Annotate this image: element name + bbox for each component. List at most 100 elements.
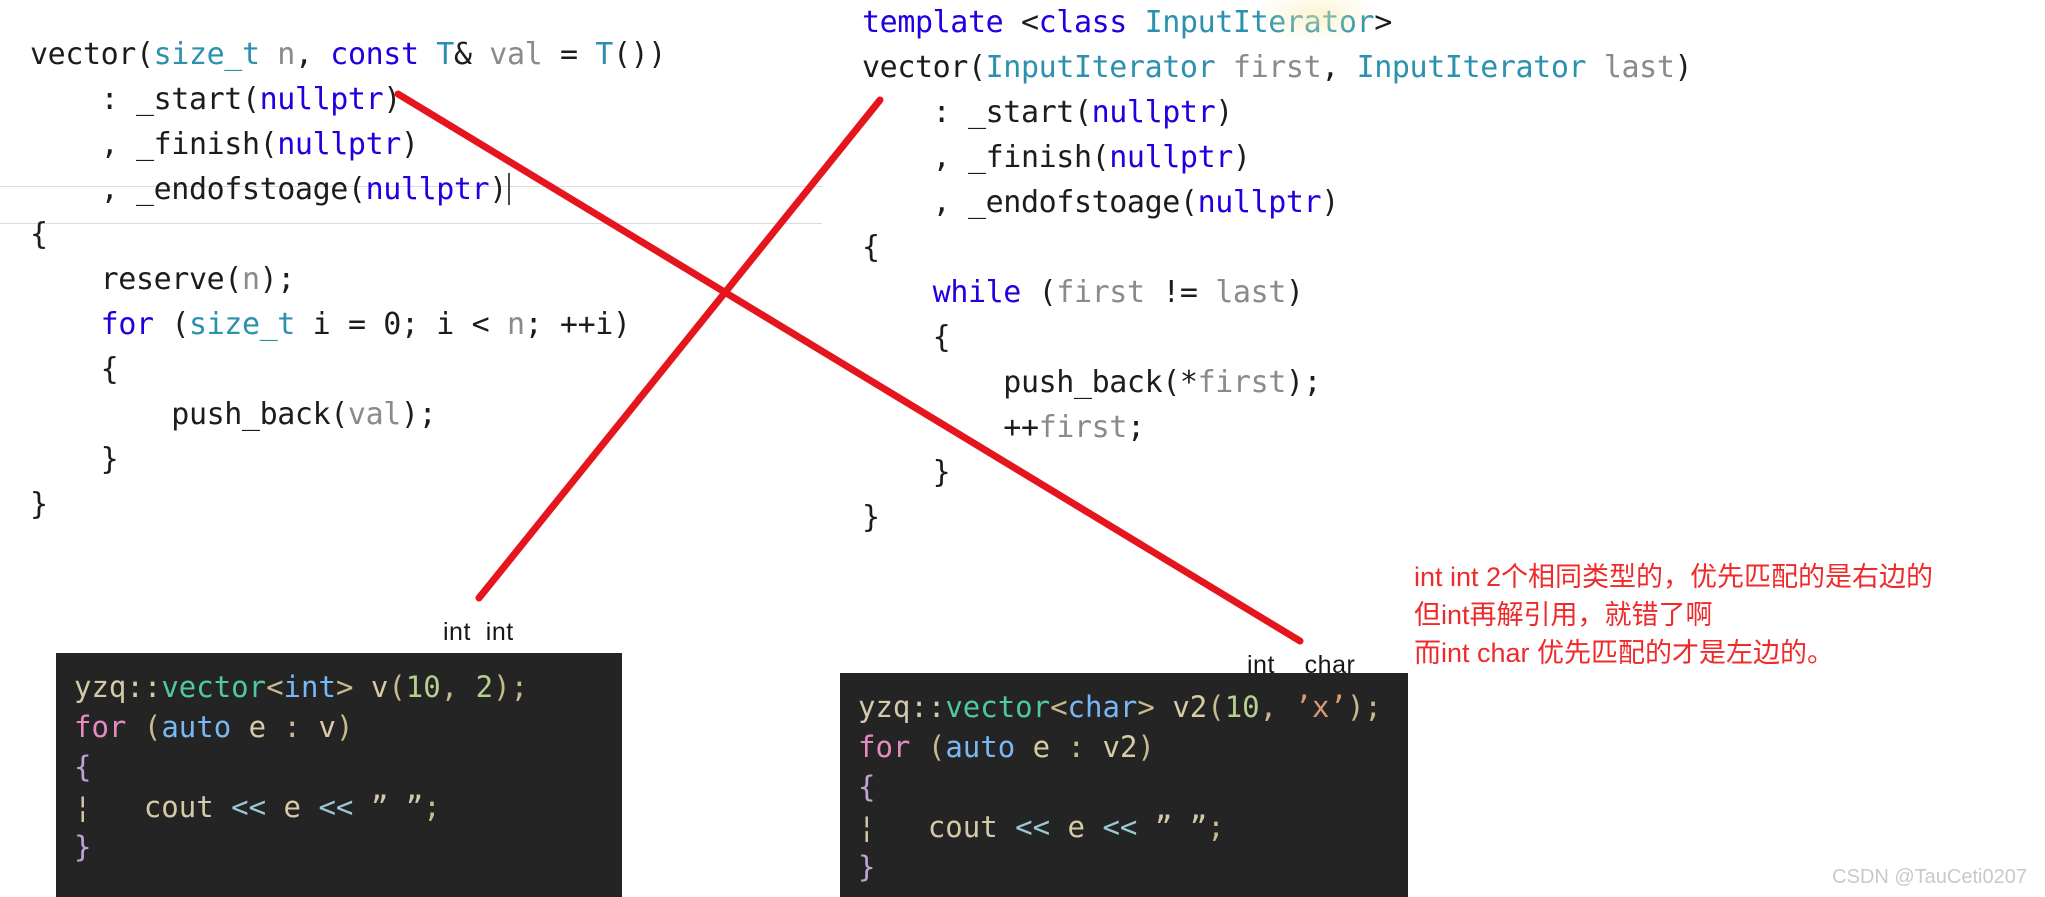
dark-code-token: 10 bbox=[405, 670, 441, 704]
code-line: { bbox=[862, 315, 1692, 360]
dark-code-token: { bbox=[858, 770, 876, 804]
code-token: , _finish( bbox=[30, 127, 278, 162]
dark-code-token: ¦ cout bbox=[74, 790, 232, 824]
code-token: last bbox=[1603, 50, 1675, 85]
dark-code-line: for (auto e : v2) bbox=[840, 727, 1408, 767]
code-token: ( bbox=[1020, 275, 1057, 310]
dark-code-token: ” ” bbox=[370, 790, 424, 824]
dark-code-token bbox=[1085, 810, 1102, 844]
code-token: ) bbox=[1674, 50, 1693, 85]
dark-code-line: { bbox=[56, 747, 622, 787]
code-line: , _finish(nullptr) bbox=[30, 122, 666, 167]
code-token: n bbox=[241, 262, 260, 297]
code-line: : _start(nullptr) bbox=[862, 90, 1692, 135]
dark-code-token: e bbox=[1067, 810, 1085, 844]
code-token: { bbox=[30, 217, 48, 252]
dark-code-token: ¦ cout bbox=[858, 810, 1016, 844]
code-line: vector(size_t n, const T& val = T()) bbox=[30, 32, 666, 77]
dark-code-block-int-int[interactable]: yzq::vector<int> v(10, 2); for (auto e : … bbox=[56, 653, 622, 897]
code-line: } bbox=[30, 482, 666, 527]
code-line: while (first != last) bbox=[862, 270, 1692, 315]
code-token: vector( bbox=[30, 37, 154, 72]
code-line: } bbox=[862, 495, 1692, 540]
code-token: vector( bbox=[862, 50, 986, 85]
code-token: n bbox=[277, 37, 295, 72]
code-token: InputIterator bbox=[985, 50, 1216, 85]
dark-code-token bbox=[1015, 730, 1032, 764]
code-token: first bbox=[1197, 365, 1287, 400]
code-line: { bbox=[862, 225, 1692, 270]
code-line: } bbox=[30, 437, 666, 482]
code-token: { bbox=[862, 230, 880, 265]
code-line: { bbox=[30, 347, 666, 392]
dark-code-line: ¦ cout << e << ” ”; bbox=[840, 807, 1408, 847]
dark-code-token: v bbox=[370, 670, 389, 704]
dark-code-line: } bbox=[840, 847, 1408, 887]
code-token: T bbox=[436, 37, 454, 72]
red-annotation-text: int int 2个相同类型的，优先匹配的是右边的 但int再解引用，就错了啊 而i… bbox=[1414, 558, 1933, 672]
dark-code-token: vector bbox=[161, 670, 267, 704]
dark-code-block-int-char[interactable]: yzq::vector<char> v2(10, ’x’); for (auto … bbox=[840, 673, 1408, 897]
dark-code-token bbox=[301, 790, 318, 824]
dark-code-token bbox=[231, 710, 248, 744]
dark-code-token: ); bbox=[493, 670, 529, 704]
code-token: size_t bbox=[188, 307, 295, 342]
code-token: > bbox=[1374, 5, 1392, 40]
code-token: val bbox=[347, 397, 401, 432]
code-token: ) bbox=[1232, 140, 1251, 175]
dark-code-token: yzq:: bbox=[74, 670, 162, 704]
code-token: != bbox=[1144, 275, 1216, 310]
dark-code-token: < bbox=[1050, 690, 1068, 724]
dark-code-token bbox=[353, 790, 370, 824]
code-line: vector(InputIterator first, InputIterato… bbox=[862, 45, 1693, 90]
code-pane-iterator-constructor[interactable]: template <class InputIterator> vector(Inp… bbox=[862, 0, 1693, 540]
code-token: nullptr bbox=[1109, 140, 1233, 175]
code-token: for bbox=[100, 307, 154, 342]
code-line: , _endofstoage(nullptr) bbox=[862, 180, 1692, 225]
annotation-line: int int 2个相同类型的，优先匹配的是右边的 bbox=[1414, 562, 1934, 592]
dark-code-token: << bbox=[1015, 810, 1051, 844]
dark-code-token: ( bbox=[910, 730, 946, 764]
code-line: , _endofstoage(nullptr) bbox=[30, 167, 666, 212]
dark-code-token: } bbox=[74, 830, 92, 864]
dark-code-token: { bbox=[74, 750, 92, 784]
dark-code-token bbox=[1137, 810, 1154, 844]
dark-code-token: << bbox=[231, 790, 267, 824]
dark-code-line: yzq::vector<char> v2(10, ’x’); bbox=[840, 687, 1408, 727]
dark-code-token: ; bbox=[1207, 810, 1225, 844]
code-token: ) bbox=[1285, 275, 1304, 310]
code-token: ( bbox=[153, 307, 189, 342]
code-token: ) bbox=[1215, 95, 1233, 130]
code-token: class bbox=[1038, 5, 1128, 40]
dark-code-token: e bbox=[1032, 730, 1051, 764]
code-line: template <class InputIterator> bbox=[862, 0, 1692, 45]
dark-code-token: ); bbox=[1346, 690, 1382, 724]
dark-code-token: , bbox=[440, 670, 476, 704]
code-token: & bbox=[453, 37, 490, 72]
code-token: ) bbox=[383, 82, 401, 117]
code-pane-fill-constructor[interactable]: vector(size_t n, const T& val = T()) : _… bbox=[30, 32, 666, 527]
code-token: ()) bbox=[612, 37, 666, 72]
code-line: , _finish(nullptr) bbox=[862, 135, 1692, 180]
code-token: , _finish( bbox=[862, 140, 1110, 175]
code-token: push_back( bbox=[30, 397, 348, 432]
dark-code-token: , bbox=[1259, 690, 1295, 724]
dark-code-line: } bbox=[56, 827, 622, 867]
dark-code-token: ; bbox=[423, 790, 441, 824]
code-token: = bbox=[542, 37, 596, 72]
dark-code-token: yzq:: bbox=[858, 690, 946, 724]
label-int-int: int int bbox=[443, 618, 514, 646]
dark-code-token: } bbox=[858, 850, 876, 884]
code-token: nullptr bbox=[365, 172, 490, 207]
code-line: for (size_t i = 0; i < n; ++i) bbox=[30, 302, 666, 347]
csdn-watermark: CSDN @TauCeti0207 bbox=[1832, 866, 2027, 888]
dark-code-token: vector bbox=[945, 690, 1051, 724]
dark-code-token: 10 bbox=[1224, 690, 1260, 724]
dark-code-token: ( bbox=[126, 710, 162, 744]
dark-code-token: ( bbox=[1207, 690, 1225, 724]
dark-code-token: v bbox=[318, 710, 336, 744]
dark-code-line: yzq::vector<int> v(10, 2); bbox=[56, 667, 622, 707]
